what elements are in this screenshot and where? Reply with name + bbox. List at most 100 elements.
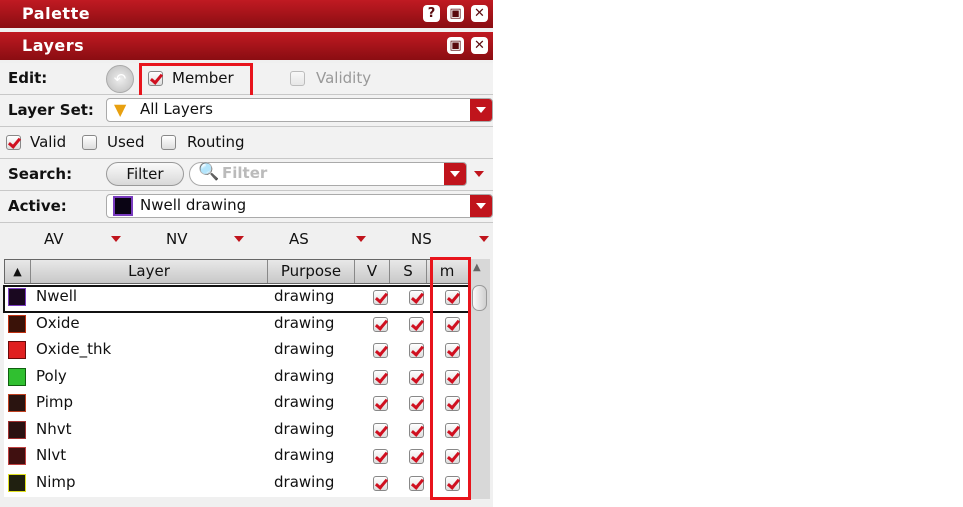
layer-purpose: drawing [274,446,335,464]
table-row[interactable]: Oxide drawing [4,311,469,338]
member-highlight [139,63,253,99]
visible-checkbox[interactable] [373,475,388,491]
selectable-checkbox[interactable] [409,343,424,358]
undock-icon[interactable]: ▣ [447,5,464,22]
chevron-down-icon[interactable] [470,99,492,121]
visibility-menus-row: AV NV AS NS [0,224,493,256]
routing-checkbox[interactable] [161,135,176,150]
selected-row-outline [3,285,470,313]
visible-checkbox[interactable] [373,316,388,332]
layer-purpose: drawing [274,366,335,385]
filter-button[interactable]: Filter [106,162,184,186]
chevron-down-icon[interactable] [479,236,489,247]
visible-checkbox[interactable] [373,422,388,438]
layer-set-label: Layer Set: [8,101,94,119]
nv-menu[interactable]: NV [166,230,187,248]
search-icon: 🔍 [198,162,220,182]
visible-checkbox[interactable] [373,343,388,358]
column-purpose[interactable]: Purpose [268,260,355,283]
valid-label: Valid [30,133,67,151]
selectable-checkbox[interactable] [409,369,424,385]
layer-name: Nlvt [36,446,67,464]
layer-table-header: ▲ Layer Purpose V S m [4,259,489,284]
layer-set-value: All Layers [140,100,214,118]
table-row[interactable]: Nhvt drawing [4,417,469,444]
selectable-checkbox[interactable] [409,475,424,491]
validity-checkbox[interactable] [290,71,305,86]
column-layer[interactable]: Layer [31,260,268,283]
as-menu[interactable]: AS [289,230,309,248]
scroll-up-icon[interactable]: ▲ [473,262,481,273]
layer-name: Poly [36,366,67,385]
layer-swatch [8,447,26,465]
close-icon[interactable]: ✕ [471,5,488,22]
active-row: Active: Nwell drawing [0,191,493,223]
selectable-checkbox[interactable] [409,316,424,332]
layer-name: Oxide_thk [36,340,112,358]
visible-checkbox[interactable] [373,396,388,411]
layer-table-body: Nwell drawing Oxide drawing Oxide_thk drawing… [4,284,469,497]
layers-titlebar: Layers ▣ ✕ [0,32,493,60]
search-placeholder: Filter [222,164,268,182]
search-label: Search: [8,165,73,183]
scrollbar-thumb[interactable] [472,285,487,311]
layer-name: Oxide [36,313,80,332]
m-column-highlight [430,257,471,500]
layer-swatch [8,394,26,412]
av-menu[interactable]: AV [44,230,64,248]
layer-set-dropdown[interactable]: ▼ All Layers [106,98,493,122]
chevron-down-icon[interactable] [234,236,244,247]
close-icon[interactable]: ✕ [471,37,488,54]
selectable-checkbox[interactable] [409,396,424,411]
column-v[interactable]: V [355,260,390,283]
layer-purpose: drawing [274,340,335,358]
layer-swatch [8,314,26,333]
chevron-down-icon[interactable] [444,163,466,185]
palette-title: Palette [22,4,91,23]
layer-swatch [8,420,26,439]
validity-label: Validity [316,69,372,87]
edit-label: Edit: [8,69,48,87]
search-options-icon[interactable] [474,171,484,182]
undo-icon[interactable]: ↶ [106,65,134,93]
used-label: Used [107,133,145,151]
layer-purpose: drawing [274,472,335,491]
layer-swatch [8,367,26,386]
sort-up-icon[interactable]: ▲ [5,260,31,283]
table-row[interactable]: Poly drawing [4,364,469,391]
visible-checkbox[interactable] [373,369,388,385]
layer-purpose: drawing [274,313,335,332]
scrollbar[interactable]: ▲ [469,259,490,499]
table-row[interactable]: Pimp drawing [4,390,469,417]
help-icon[interactable]: ? [423,5,440,22]
selectable-checkbox[interactable] [409,422,424,438]
column-s[interactable]: S [390,260,427,283]
chevron-down-icon[interactable] [111,236,121,247]
layers-title: Layers [22,36,85,55]
visible-checkbox[interactable] [373,449,388,464]
layers-palette: Palette ? ▣ ✕ Layers ▣ ✕ Edit: ↶ Member … [0,0,493,507]
filter-checkboxes-row: Valid Used Routing [0,127,493,159]
ns-menu[interactable]: NS [411,230,432,248]
table-row[interactable]: Nimp drawing [4,470,469,497]
chevron-down-icon[interactable] [470,195,492,217]
palette-titlebar: Palette ? ▣ ✕ [0,0,493,28]
chevron-down-icon[interactable] [356,236,366,247]
undock-icon[interactable]: ▣ [447,37,464,54]
layer-set-row: Layer Set: ▼ All Layers [0,95,493,127]
active-layer-dropdown[interactable]: Nwell drawing [106,194,493,218]
selectable-checkbox[interactable] [409,449,424,464]
layer-name: Nhvt [36,419,72,438]
layer-purpose: drawing [274,393,335,411]
layer-name: Pimp [36,393,74,411]
routing-label: Routing [187,133,245,151]
filter-funnel-icon: ▼ [114,100,127,119]
used-checkbox[interactable] [82,135,97,150]
layer-purpose: drawing [274,419,335,438]
valid-checkbox[interactable] [6,135,21,150]
active-layer-value: Nwell drawing [140,196,247,214]
table-row[interactable]: Nlvt drawing [4,443,469,470]
search-row: Search: Filter 🔍 Filter [0,159,493,191]
search-input[interactable]: 🔍 Filter [189,162,467,186]
table-row[interactable]: Oxide_thk drawing [4,337,469,364]
